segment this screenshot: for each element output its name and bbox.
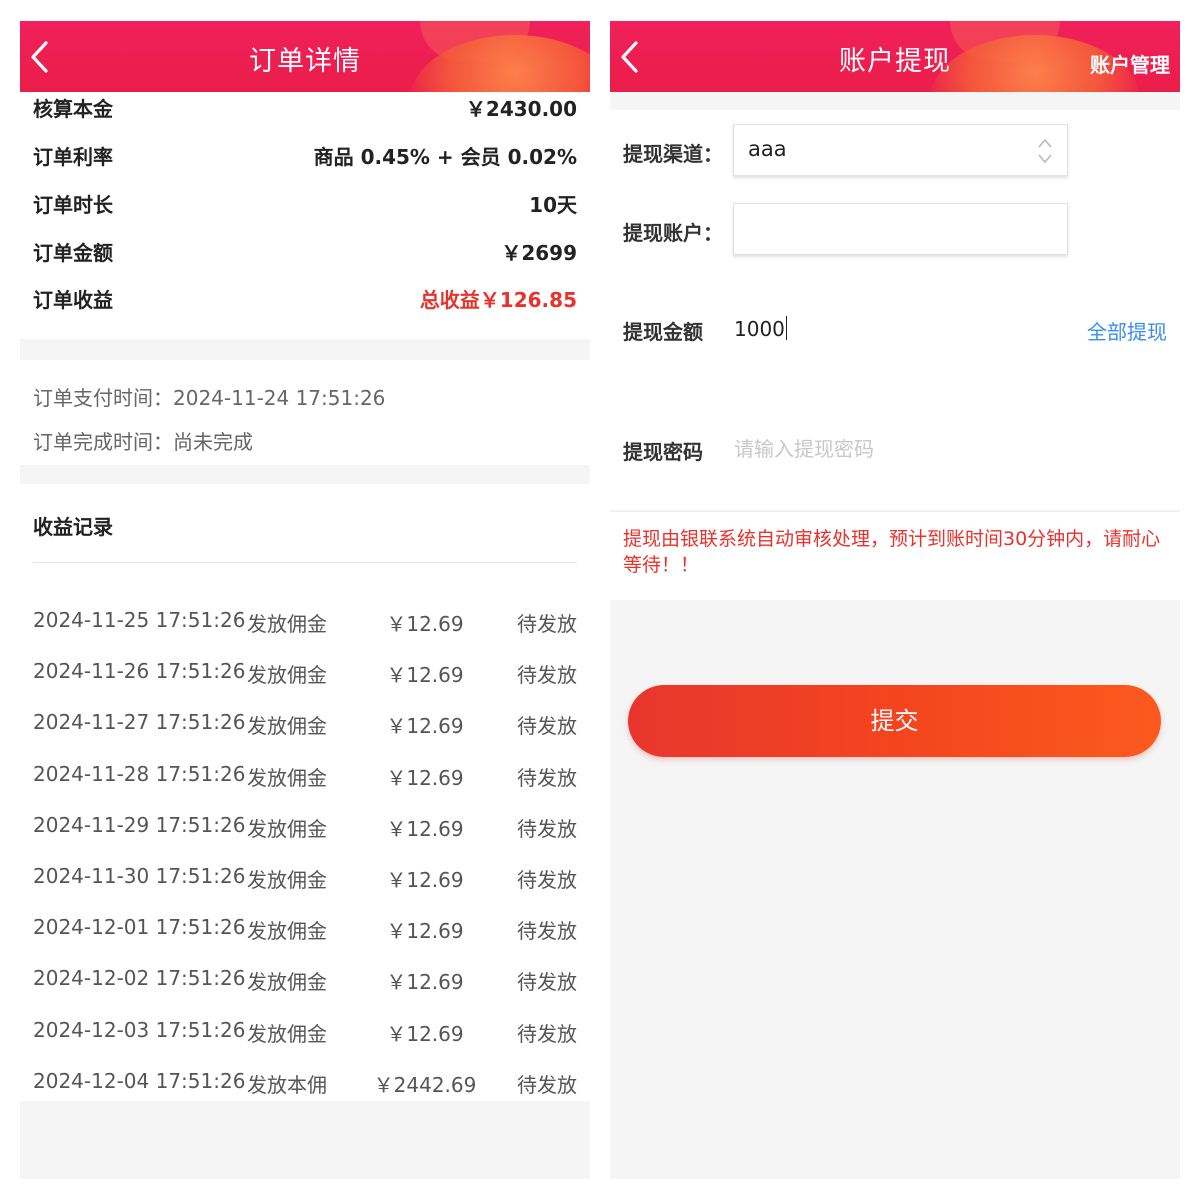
record-row: 2024-12-03 17:51:26 发放佣金 ￥12.69 待发放 [20,1018,590,1048]
password-input[interactable] [734,434,1034,464]
record-date: 2024-12-04 17:51:26 [33,1068,246,1093]
notice-text: 提现由银联系统自动审核处理，预计到账时间30分钟内，请耐心等待！！ [623,528,1161,576]
amount-input[interactable]: 1000 [734,316,787,341]
summary-row-duration: 订单时长 10天 [33,188,577,218]
record-status: 待发放 [517,816,577,841]
record-row: 2024-11-28 17:51:26 发放佣金 ￥12.69 待发放 [20,762,590,792]
total-earnings-value: 总收益￥126.85 [419,287,577,312]
record-date: 2024-11-25 17:51:26 [33,608,246,632]
order-detail-screen: 订单详情 核算本金 ￥2430.00 订单利率 商品 0.45% + 会员 0.… [20,21,590,1179]
channel-select[interactable]: aaa [733,124,1068,176]
order-summary: 核算本金 ￥2430.00 订单利率 商品 0.45% + 会员 0.02% 订… [20,92,590,339]
account-input[interactable] [733,203,1068,255]
record-row: 2024-11-29 17:51:26 发放佣金 ￥12.69 待发放 [20,813,590,843]
record-amount: ￥12.69 [386,663,464,688]
record-date: 2024-12-03 17:51:26 [33,1017,246,1042]
summary-row-earnings: 订单收益 总收益￥126.85 [33,283,577,313]
summary-label: 核算本金 [33,96,113,121]
record-date: 2024-11-30 17:51:26 [33,864,246,888]
record-status: 待发放 [517,663,577,688]
submit-button[interactable]: 提交 [628,685,1161,757]
password-label: 提现密码 [623,440,703,464]
complete-time: 订单完成时间：尚未完成 [33,430,253,454]
record-status: 待发放 [517,970,577,995]
record-row: 2024-11-26 17:51:26 发放佣金 ￥12.69 待发放 [20,659,590,689]
summary-value: 商品 0.45% + 会员 0.02% [313,144,577,169]
record-date: 2024-12-02 17:51:26 [33,966,246,991]
record-row: 2024-12-04 17:51:26 发放本佣 ￥2442.69 待发放 [20,1069,590,1099]
withdraw-screen: 账户提现 账户管理 提现渠道： aaa 提现账户： 提现金额 1000 全部提现… [610,21,1180,1179]
record-status: 待发放 [517,1021,577,1046]
record-row: 2024-12-01 17:51:26 发放佣金 ￥12.69 待发放 [20,915,590,945]
record-status: 待发放 [517,714,577,739]
withdraw-all-link[interactable]: 全部提现 [1087,316,1167,345]
record-row: 2024-12-02 17:51:26 发放佣金 ￥12.69 待发放 [20,966,590,996]
record-type: 发放佣金 [247,970,327,995]
summary-row-principal: 核算本金 ￥2430.00 [33,92,577,122]
summary-value: 10天 [529,192,577,217]
record-row: 2024-11-27 17:51:26 发放佣金 ￥12.69 待发放 [20,710,590,740]
record-status: 待发放 [517,765,577,790]
record-row: 2024-11-25 17:51:26 发放佣金 ￥12.69 待发放 [20,608,590,638]
summary-value: ￥2699 [501,240,577,265]
page-title: 订单详情 [249,46,361,77]
record-amount: ￥12.69 [386,970,464,995]
summary-row-rate: 订单利率 商品 0.45% + 会员 0.02% [33,140,577,170]
record-type: 发放佣金 [247,1021,327,1046]
text-caret [785,316,787,340]
amount-value: 1000 [734,317,785,341]
summary-row-amount: 订单金额 ￥2699 [33,236,577,266]
record-amount: ￥12.69 [386,612,464,636]
amount-label: 提现金额 [623,320,703,344]
summary-label: 订单时长 [33,192,113,217]
channel-label: 提现渠道： [623,142,723,166]
divider [33,562,577,563]
record-amount: ￥12.69 [386,919,464,944]
record-date: 2024-11-27 17:51:26 [33,710,246,735]
summary-value: ￥2430.00 [465,96,577,121]
record-status: 待发放 [517,1072,577,1097]
record-amount: ￥2442.69 [373,1072,477,1097]
record-row: 2024-11-30 17:51:26 发放佣金 ￥12.69 待发放 [20,864,590,894]
record-status: 待发放 [517,868,577,892]
earnings-records: 收益记录 2024-11-25 17:51:26 发放佣金 ￥12.69 待发放 202… [20,484,590,1101]
record-date: 2024-11-26 17:51:26 [33,659,246,684]
record-type: 发放佣金 [247,612,327,636]
record-status: 待发放 [517,612,577,636]
summary-label: 订单金额 [33,240,113,265]
account-management-link[interactable]: 账户管理 [1090,49,1170,78]
record-type: 发放佣金 [247,714,327,739]
pay-time: 订单支付时间：2024-11-24 17:51:26 [33,386,386,410]
withdraw-form: 提现渠道： aaa 提现账户： 提现金额 1000 全部提现 提现密码 [610,110,1180,510]
record-amount: ￥12.69 [386,1021,464,1046]
record-type: 发放佣金 [247,868,327,892]
record-amount: ￥12.69 [386,868,464,892]
record-type: 发放佣金 [247,919,327,944]
record-type: 发放佣金 [247,663,327,688]
order-times: 订单支付时间：2024-11-24 17:51:26 订单完成时间：尚未完成 [20,360,590,465]
record-amount: ￥12.69 [386,765,464,790]
select-updown-icon [1037,137,1053,165]
record-status: 待发放 [517,919,577,944]
account-label: 提现账户： [623,221,723,245]
records-title: 收益记录 [33,515,113,539]
record-date: 2024-12-01 17:51:26 [33,915,246,940]
record-date: 2024-11-28 17:51:26 [33,761,246,786]
record-amount: ￥12.69 [386,816,464,841]
record-type: 发放佣金 [247,765,327,790]
record-date: 2024-11-29 17:51:26 [33,812,246,837]
summary-label: 订单收益 [33,287,113,312]
record-type: 发放本佣 [247,1072,327,1097]
withdraw-notice: 提现由银联系统自动审核处理，预计到账时间30分钟内，请耐心等待！！ [610,511,1180,600]
channel-selected-value: aaa [748,137,787,161]
order-detail-header: 订单详情 [20,21,590,92]
withdraw-header: 账户提现 账户管理 [610,21,1180,92]
record-amount: ￥12.69 [386,714,464,739]
summary-label: 订单利率 [33,144,113,169]
record-type: 发放佣金 [247,816,327,841]
